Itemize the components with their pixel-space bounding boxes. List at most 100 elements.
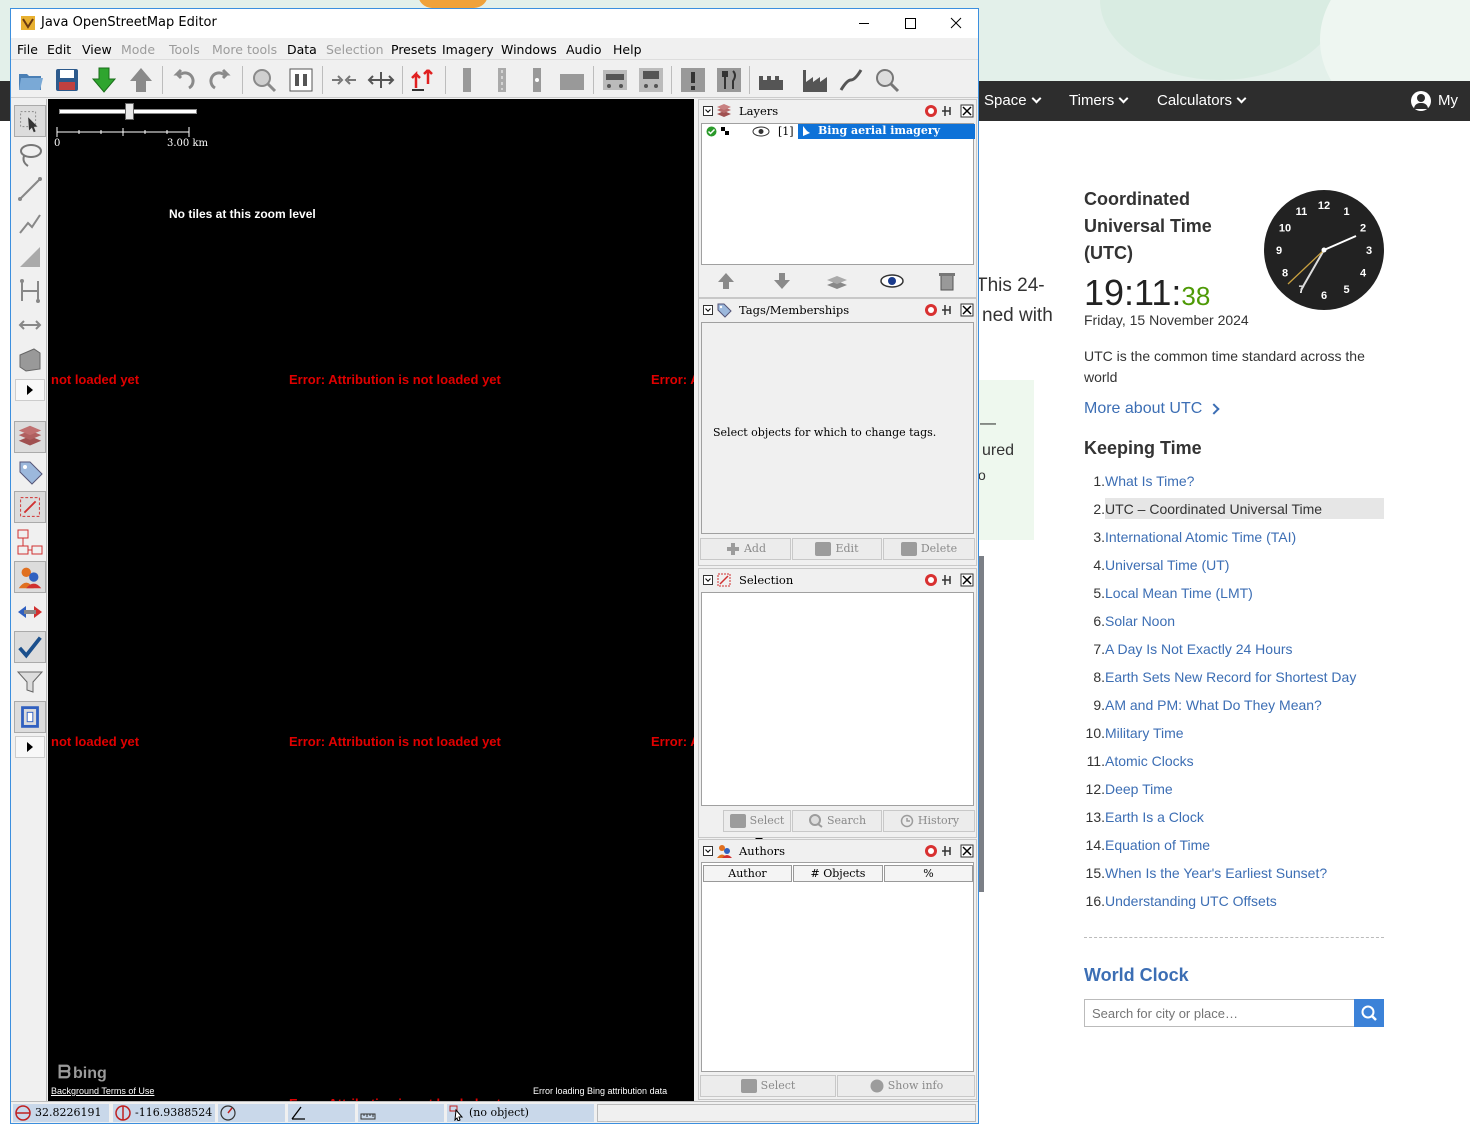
keeping-time-item[interactable]: 8. Earth Sets New Record for Shortest Day [1084,666,1384,694]
selection-list[interactable] [701,592,974,806]
selection-toggle-icon[interactable] [14,491,46,523]
collapse-icon[interactable] [703,575,713,585]
keeping-time-item[interactable]: 7. A Day Is Not Exactly 24 Hours [1084,638,1384,666]
preset-area-icon[interactable] [556,64,588,96]
open-icon[interactable] [15,64,47,96]
show-info-button[interactable]: Show info [837,1075,975,1097]
preset-path-icon[interactable] [521,64,553,96]
zoom-icon[interactable] [248,64,280,96]
menu-windows[interactable]: Windows [501,42,557,57]
column-author[interactable]: Author [703,865,792,882]
keeping-time-link[interactable]: Understanding UTC Offsets [1105,891,1277,911]
select-button[interactable]: Select [723,810,791,842]
more-modes-button[interactable] [15,379,45,401]
menu-view[interactable]: View [82,42,112,57]
keeping-time-link[interactable]: International Atomic Time (TAI) [1105,527,1296,547]
keeping-time-link[interactable]: Universal Time (UT) [1105,555,1229,575]
download-icon[interactable] [88,64,120,96]
delete-layer-icon[interactable] [934,270,960,292]
keeping-time-link[interactable]: Military Time [1105,723,1184,743]
keeping-time-link[interactable]: Deep Time [1105,779,1173,799]
keeping-time-link[interactable]: When Is the Year's Earliest Sunset? [1105,863,1327,883]
column-objects[interactable]: # Objects [793,865,883,882]
preset-restaurant-icon[interactable] [713,64,745,96]
keeping-time-item[interactable]: 9. AM and PM: What Do They Mean? [1084,694,1384,722]
parallel-mode-icon[interactable] [14,241,46,273]
map-view[interactable]: 0 3.00 km No tiles at this zoom level no… [48,99,694,1101]
more-toggles-button[interactable] [15,736,45,758]
minimize-button[interactable] [841,9,887,38]
keeping-time-link[interactable]: AM and PM: What Do They Mean? [1105,695,1322,715]
detach-icon[interactable] [942,846,951,856]
collapse-icon[interactable] [703,106,713,116]
menu-more-tools[interactable]: More tools [212,42,277,57]
keeping-time-item[interactable]: 12. Deep Time [1084,778,1384,806]
tags-toggle-icon[interactable] [14,456,46,488]
title-bar[interactable]: Java OpenStreetMap Editor [11,9,978,38]
keeping-time-item[interactable]: 5. Local Mean Time (LMT) [1084,582,1384,610]
preset-castle-icon[interactable] [755,64,787,96]
detach-icon[interactable] [942,106,951,116]
detach-icon[interactable] [942,575,951,585]
nav-account[interactable]: My A [1438,81,1470,149]
detach-icon[interactable] [942,305,951,315]
world-clock-search-button[interactable] [1354,999,1384,1027]
undo-icon[interactable] [167,64,199,96]
preset-industrial-icon[interactable] [799,64,831,96]
edit-tag-button[interactable]: Edit [792,538,882,560]
improve-way-icon[interactable] [14,207,46,239]
keeping-time-link[interactable]: What Is Time? [1105,471,1194,491]
preset-road-icon[interactable] [486,64,518,96]
conflicts-toggle-icon[interactable] [14,596,46,628]
maximize-button[interactable] [887,9,933,38]
more-about-utc-link[interactable]: More about UTC [1084,400,1220,418]
preferences-icon[interactable] [285,64,317,96]
menu-data[interactable]: Data [287,42,317,57]
merge-nodes-icon[interactable] [328,64,360,96]
history-button[interactable]: History [883,810,975,832]
layer-name[interactable]: Bing aerial imagery [798,124,975,139]
add-tag-button[interactable]: Add [700,538,791,560]
search-button[interactable]: Search [792,810,882,832]
keeping-time-item[interactable]: 14. Equation of Time [1084,834,1384,862]
preset-car-icon[interactable] [599,64,631,96]
keeping-time-item[interactable]: 11. Atomic Clocks [1084,750,1384,778]
layers-toggle-icon[interactable] [14,421,46,453]
upload-icon[interactable] [125,64,157,96]
menu-help[interactable]: Help [613,42,642,57]
nav-space[interactable]: Space [984,81,1041,121]
menu-audio[interactable]: Audio [566,42,602,57]
save-icon[interactable] [51,64,83,96]
keeping-time-link[interactable]: A Day Is Not Exactly 24 Hours [1105,639,1293,659]
relations-toggle-icon[interactable] [14,526,46,558]
account-icon[interactable] [1411,91,1431,111]
keeping-time-item[interactable]: 2. UTC – Coordinated Universal Time [1084,498,1384,526]
keeping-time-item[interactable]: 4. Universal Time (UT) [1084,554,1384,582]
merge-layer-icon[interactable] [824,270,850,292]
layer-visible-check-icon[interactable] [706,126,717,137]
layers-panel-header[interactable]: Layers [699,100,976,121]
keeping-time-item[interactable]: 1. What Is Time? [1084,470,1384,498]
keeping-time-item[interactable]: 13. Earth Is a Clock [1084,806,1384,834]
preset-road-icon[interactable] [451,64,483,96]
move-down-icon[interactable] [769,270,795,292]
area-icon[interactable] [14,343,46,375]
tags-panel-header[interactable]: Tags/Memberships [699,299,976,320]
menu-tools[interactable]: Tools [169,42,200,57]
column-percent[interactable]: % [884,865,973,882]
authors-panel-header[interactable]: Authors [699,840,976,861]
tags-table[interactable]: Select objects for which to change tags. [701,322,974,534]
reverse-way-icon[interactable] [408,64,440,96]
world-clock-title[interactable]: World Clock [1084,965,1189,986]
preset-bus-icon[interactable] [635,64,667,96]
menu-file[interactable]: File [17,42,38,57]
keeping-time-link[interactable]: Equation of Time [1105,835,1210,855]
zoom-slider-thumb[interactable] [125,103,134,120]
keeping-time-item[interactable]: 15. When Is the Year's Earliest Sunset? [1084,862,1384,890]
search-presets-icon[interactable] [871,64,903,96]
menu-selection[interactable]: Selection [326,42,384,57]
keeping-time-link[interactable]: Atomic Clocks [1105,751,1194,771]
select-authors-button[interactable]: Select [700,1075,836,1097]
select-mode-icon[interactable] [14,105,46,137]
close-button[interactable] [933,9,979,38]
